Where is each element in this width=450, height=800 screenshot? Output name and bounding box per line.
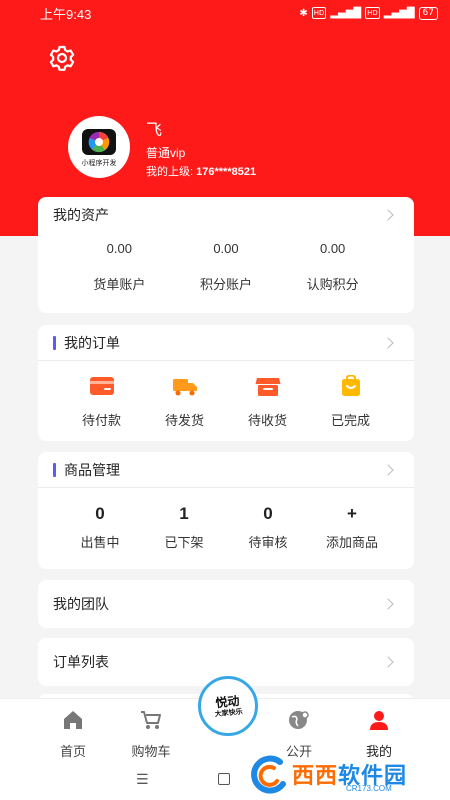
goods-value: 0: [263, 504, 273, 523]
order-label: 待收货: [247, 414, 287, 429]
tab-cart-label: 购物车: [131, 745, 171, 760]
status-bar: 上午9:43 ✱ HD ▂▄▆█ HD ▂▄▆█ 67: [0, 0, 450, 26]
settings-gear-icon[interactable]: [48, 44, 76, 72]
assets-header[interactable]: 我的资产: [38, 197, 414, 233]
goods-title: 商品管理: [64, 462, 120, 479]
asset-label: 货单账户: [93, 278, 146, 293]
title-accent-bar: [53, 335, 56, 350]
goods-label: 添加商品: [325, 536, 378, 551]
order-completed[interactable]: 已完成: [319, 374, 383, 429]
watermark-text-a: 西西: [292, 764, 339, 789]
superior-value: 176****8521: [196, 166, 257, 178]
goods-delisted[interactable]: 1 已下架: [148, 504, 220, 551]
orders-title: 我的订单: [64, 335, 120, 352]
order-label: 待付款: [81, 414, 121, 429]
status-icons: ✱ HD ▂▄▆█ HD ▂▄▆█ 67: [299, 6, 438, 20]
user-superior: 我的上级: 176****8521: [146, 163, 256, 179]
order-label: 待发货: [164, 414, 204, 429]
asset-item-subscription-points[interactable]: 0.00 认购积分: [293, 233, 373, 293]
goods-value: 0: [95, 504, 105, 523]
order-pending-shipment[interactable]: 待发货: [153, 375, 217, 429]
home-icon: [64, 711, 82, 729]
hd-tag-2: HD: [365, 7, 380, 19]
camera-logo-icon: [82, 129, 116, 155]
asset-item-goods-account[interactable]: 0.00 货单账户: [79, 233, 159, 293]
goods-pending-review[interactable]: 0 待审核: [232, 504, 304, 551]
watermark-url: CR173.COM: [346, 784, 392, 793]
center-logo-button[interactable]: 悦动 大家快乐: [198, 676, 258, 736]
tab-cart[interactable]: 购物车: [116, 709, 186, 760]
hd-tag: HD: [311, 7, 327, 19]
goods-label: 出售中: [80, 536, 120, 551]
asset-label: 积分账户: [199, 278, 252, 293]
store-icon: [255, 378, 280, 396]
orders-card: 我的订单 待付款 待发货 待收货 已完成: [38, 325, 414, 441]
user-icon: [370, 711, 388, 730]
menu-icon[interactable]: ☰: [136, 772, 149, 788]
tab-home-label: 首页: [59, 745, 86, 760]
order-pending-payment[interactable]: 待付款: [70, 375, 134, 429]
asset-item-points-account[interactable]: 0.00 积分账户: [186, 233, 266, 293]
avatar-caption: 小程序开发: [81, 159, 117, 167]
goods-row: 0 出售中 1 已下架 0 待审核 + 添加商品: [38, 488, 414, 551]
status-time: 上午9:43: [40, 6, 92, 22]
assets-title: 我的资产: [53, 208, 109, 224]
my-team-label: 我的团队: [53, 597, 109, 613]
chevron-right-icon: [382, 336, 394, 349]
globe-icon: [289, 711, 309, 729]
home-square-icon[interactable]: [218, 773, 230, 785]
center-logo-text: 悦动 大家快乐: [213, 693, 243, 718]
my-team-row[interactable]: 我的团队: [38, 580, 414, 628]
goods-on-sale[interactable]: 0 出售中: [64, 504, 136, 551]
goods-value: 1: [179, 504, 189, 523]
orders-header[interactable]: 我的订单: [38, 325, 414, 361]
goods-label: 已下架: [164, 536, 204, 551]
battery-icon: 67: [418, 6, 438, 20]
orders-title-wrap: 我的订单: [53, 333, 120, 353]
order-pending-receipt[interactable]: 待收货: [236, 375, 300, 429]
add-goods-button[interactable]: + 添加商品: [316, 504, 388, 551]
chevron-right-icon: [382, 463, 394, 476]
watermark: 西西软件园 CR173.COM: [250, 748, 450, 800]
chevron-right-icon: [382, 209, 394, 221]
goods-label: 待审核: [248, 536, 288, 551]
goods-header[interactable]: 商品管理: [38, 452, 414, 488]
goods-card: 商品管理 0 出售中 1 已下架 0 待审核 + 添加商品: [38, 452, 414, 569]
bluetooth-icon: ✱: [299, 7, 308, 19]
asset-row: 0.00 货单账户 0.00 积分账户 0.00 认购积分: [38, 233, 414, 293]
signal-icon: ▂▄▆█: [330, 7, 362, 19]
asset-value: 0.00: [213, 241, 239, 256]
asset-value: 0.00: [106, 241, 132, 256]
watermark-logo-icon: [251, 755, 286, 794]
chevron-right-icon: [382, 598, 394, 610]
bag-icon: [341, 374, 360, 396]
user-name: 飞: [146, 120, 163, 139]
cart-icon: [141, 711, 161, 729]
user-level: 普通vip: [146, 146, 186, 160]
superior-label: 我的上级:: [146, 166, 197, 178]
asset-label: 认购积分: [306, 278, 359, 293]
card-icon: [89, 377, 114, 395]
avatar[interactable]: 小程序开发: [68, 116, 130, 178]
order-label: 已完成: [330, 414, 370, 429]
signal-icon-2: ▂▄▆█: [383, 7, 415, 19]
title-accent-bar: [53, 462, 56, 477]
add-goods-plus: +: [347, 504, 357, 523]
goods-title-wrap: 商品管理: [53, 460, 120, 480]
assets-card: 我的资产 0.00 货单账户 0.00 积分账户 0.00 认购积分: [38, 197, 414, 313]
tab-home[interactable]: 首页: [38, 709, 108, 760]
truck-icon: [172, 379, 197, 396]
asset-value: 0.00: [319, 241, 346, 256]
chevron-right-icon: [382, 656, 394, 668]
order-row: 待付款 待发货 待收货 已完成: [38, 361, 414, 429]
order-list-label: 订单列表: [53, 655, 109, 671]
